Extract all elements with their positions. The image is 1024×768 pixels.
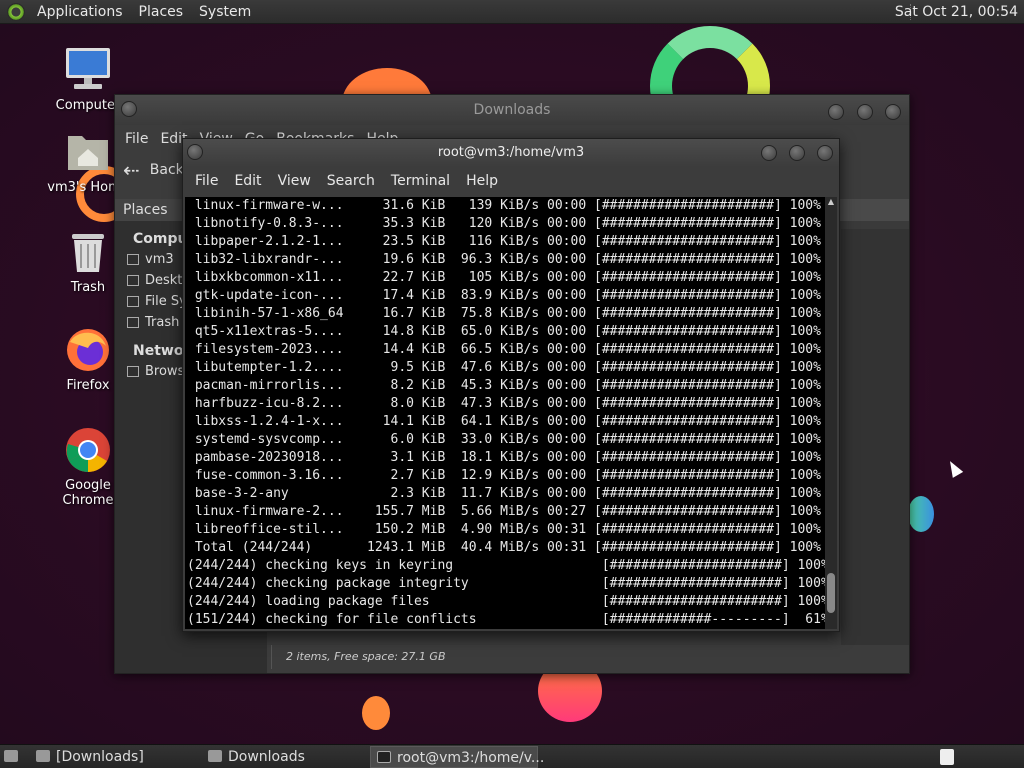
terminal-line: (244/244) checking package integrity [##… <box>187 576 827 591</box>
taskbar-item-label: [Downloads] <box>56 749 144 765</box>
terminal-line: lib32-libxrandr-... 19.6 KiB 96.3 KiB/s … <box>187 252 821 267</box>
applications-menu[interactable]: Applications <box>29 0 131 24</box>
terminal-screen[interactable]: linux-firmware-w... 31.6 KiB 139 KiB/s 0… <box>185 197 827 629</box>
terminal-window: root@vm3:/home/vm3 File Edit View Search… <box>182 138 840 632</box>
close-button[interactable] <box>885 104 901 120</box>
terminal-line: linux-firmware-2... 155.7 MiB 5.66 MiB/s… <box>187 504 821 519</box>
taskbar-item-downloads-minimized[interactable]: [Downloads] <box>30 746 200 768</box>
terminal-icon <box>377 751 391 763</box>
terminal-line: harfbuzz-icu-8.2... 8.0 KiB 47.3 KiB/s 0… <box>187 396 821 411</box>
trash-icon <box>127 317 139 328</box>
file-manager-titlebar[interactable]: Downloads <box>115 95 909 125</box>
terminal-line: libinih-57-1-x86_64 16.7 KiB 75.8 KiB/s … <box>187 306 821 321</box>
back-button[interactable]: ⇠ Back <box>123 158 184 182</box>
terminal-line: pacman-mirrorlis... 8.2 KiB 45.3 KiB/s 0… <box>187 378 821 393</box>
terminal-line: qt5-x11extras-5.... 14.8 KiB 65.0 KiB/s … <box>187 324 821 339</box>
show-desktop-icon <box>4 750 18 762</box>
menu-file[interactable]: File <box>187 173 226 189</box>
terminal-line: Total (244/244) 1243.1 MiB 40.4 MiB/s 00… <box>187 540 821 555</box>
bottom-panel: [Downloads] Downloads root@vm3:/home/v..… <box>0 744 1024 768</box>
status-bar: 2 items, Free space: 27.1 GB <box>271 645 905 669</box>
window-menu-button[interactable] <box>121 101 137 117</box>
terminal-line: pambase-20230918... 3.1 KiB 18.1 KiB/s 0… <box>187 450 821 465</box>
terminal-line: libxss-1.2.4-1-x... 14.1 KiB 64.1 KiB/s … <box>187 414 821 429</box>
terminal-line: fuse-common-3.16... 2.7 KiB 12.9 KiB/s 0… <box>187 468 821 483</box>
terminal-line: (151/244) checking for file conflicts [#… <box>187 612 827 627</box>
sidebar-item-label: Trash <box>145 315 180 330</box>
minimize-button[interactable] <box>828 104 845 120</box>
menu-file[interactable]: File <box>119 131 154 147</box>
desktop-icon <box>127 275 139 286</box>
top-panel: Applications Places System Sat Oct 21, 0… <box>0 0 1024 24</box>
computer-icon <box>64 46 112 94</box>
minimize-button[interactable] <box>760 145 777 161</box>
folder-icon <box>208 750 222 762</box>
terminal-line: filesystem-2023.... 14.4 KiB 66.5 KiB/s … <box>187 342 821 357</box>
terminal-line: libpaper-2.1.2-1... 23.5 KiB 116 KiB/s 0… <box>187 234 821 249</box>
menu-view[interactable]: View <box>270 173 319 189</box>
taskbar-item-label: Downloads <box>228 749 305 765</box>
taskbar-item-downloads[interactable]: Downloads <box>202 746 368 768</box>
wallpaper-dot-shape <box>362 696 390 730</box>
terminal-line: libxkbcommon-x11... 22.7 KiB 105 KiB/s 0… <box>187 270 821 285</box>
taskbar-item-label: root@vm3:/home/v... <box>397 750 545 766</box>
show-desktop-button[interactable] <box>0 746 24 768</box>
maximize-button[interactable] <box>856 104 873 120</box>
window-title: Downloads <box>473 102 551 118</box>
terminal-titlebar[interactable]: root@vm3:/home/vm3 <box>183 139 839 167</box>
folder-icon <box>36 750 50 762</box>
firefox-icon <box>64 326 112 374</box>
menu-terminal[interactable]: Terminal <box>383 173 458 189</box>
clock[interactable]: Sat Oct 21, 00:54 <box>895 0 1018 24</box>
mate-logo-icon[interactable] <box>7 2 25 21</box>
wallpaper-blue-shape <box>908 496 934 532</box>
menu-search[interactable]: Search <box>319 173 383 189</box>
terminal-scrollbar[interactable]: ▲ <box>825 197 837 629</box>
terminal-line: linux-firmware-w... 31.6 KiB 139 KiB/s 0… <box>187 198 821 213</box>
menu-help[interactable]: Help <box>458 173 506 189</box>
terminal-line: gtk-update-icon-... 17.4 KiB 83.9 KiB/s … <box>187 288 821 303</box>
terminal-line: libnotify-0.8.3-... 35.3 KiB 120 KiB/s 0… <box>187 216 821 231</box>
workspace-switcher[interactable] <box>936 746 958 768</box>
terminal-line: base-3-2-any 2.3 KiB 11.7 KiB/s 00:00 [#… <box>187 486 821 501</box>
menu-edit[interactable]: Edit <box>226 173 269 189</box>
home-icon <box>127 254 139 265</box>
back-label: Back <box>149 162 184 178</box>
scrollbar-thumb[interactable] <box>827 573 835 613</box>
network-icon <box>127 366 139 377</box>
places-menu[interactable]: Places <box>131 0 192 24</box>
file-list-background <box>841 229 909 645</box>
workspace-icon <box>940 749 954 765</box>
scroll-up-arrow-icon[interactable]: ▲ <box>825 197 837 207</box>
sidebar-item-label: vm3 <box>145 252 174 267</box>
maximize-button[interactable] <box>788 145 805 161</box>
terminal-line: libutempter-1.2.... 9.5 KiB 47.6 KiB/s 0… <box>187 360 821 375</box>
trash-icon <box>64 228 112 276</box>
system-menu[interactable]: System <box>191 0 259 24</box>
taskbar-item-terminal[interactable]: root@vm3:/home/v... <box>370 746 544 768</box>
terminal-line: libreoffice-stil... 150.2 MiB 4.90 MiB/s… <box>187 522 821 537</box>
terminal-menubar: File Edit View Search Terminal Help <box>183 167 839 195</box>
terminal-line: systemd-sysvcomp... 6.0 KiB 33.0 KiB/s 0… <box>187 432 821 447</box>
drive-icon <box>127 296 139 307</box>
home-folder-icon <box>64 128 112 176</box>
chrome-icon <box>64 426 112 474</box>
back-arrow-icon: ⇠ <box>123 158 140 182</box>
window-menu-button[interactable] <box>187 144 203 160</box>
terminal-line: (244/244) checking keys in keyring [####… <box>187 558 827 573</box>
window-title: root@vm3:/home/vm3 <box>437 145 585 160</box>
terminal-line: (244/244) loading package files [#######… <box>187 594 827 609</box>
close-button[interactable] <box>817 145 833 161</box>
